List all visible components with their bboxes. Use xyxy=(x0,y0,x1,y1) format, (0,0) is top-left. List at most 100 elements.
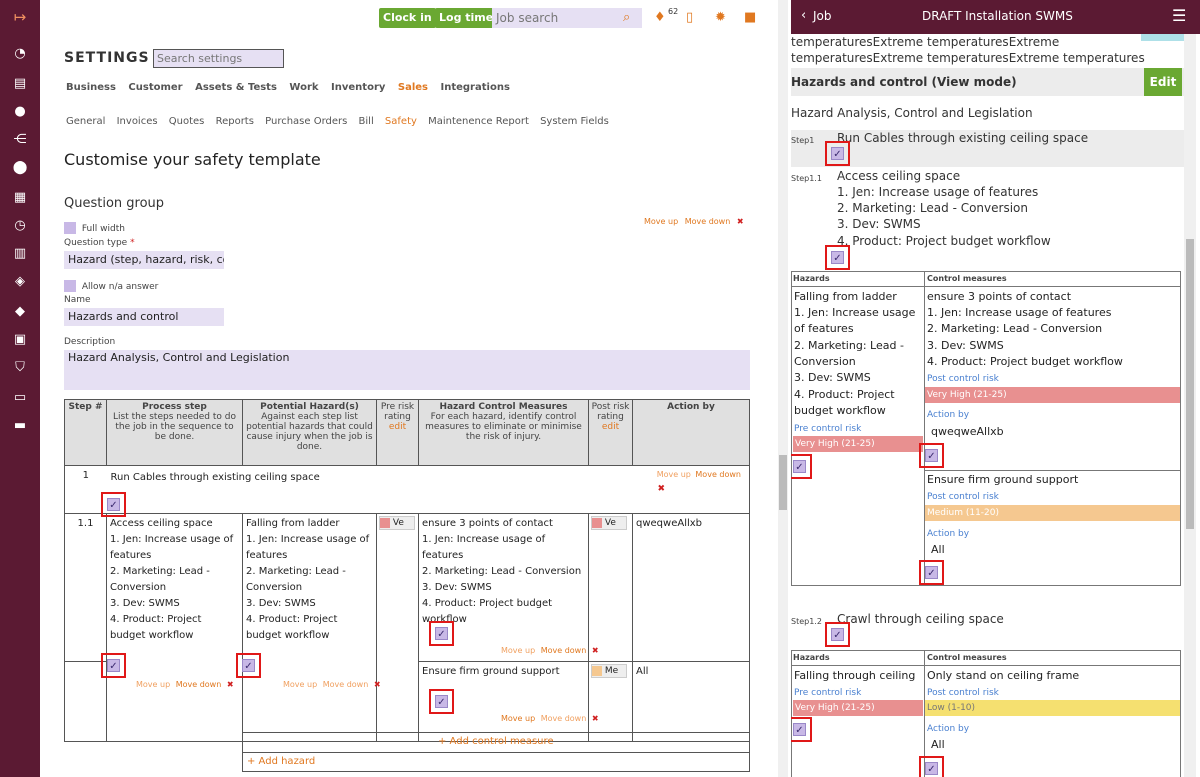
delete-icon[interactable]: ✖ xyxy=(374,680,381,689)
control-checkbox[interactable]: ✓ xyxy=(925,762,938,775)
tab-customer[interactable]: Customer xyxy=(128,82,182,93)
move-down-link[interactable]: Move down xyxy=(176,680,222,689)
move-up-link[interactable]: Move up xyxy=(283,680,317,689)
back-link[interactable]: Job xyxy=(813,9,832,23)
step-checkbox[interactable]: ✓ xyxy=(107,498,120,511)
document-icon[interactable]: ▤ xyxy=(0,76,40,91)
tab-integrations[interactable]: Integrations xyxy=(441,82,510,93)
column-divider xyxy=(924,271,925,586)
location-icon[interactable]: ⬤ xyxy=(0,160,40,175)
dashboard-icon[interactable]: ◔ xyxy=(0,46,40,61)
control-checkbox[interactable]: ✓ xyxy=(925,449,938,462)
bell-icon[interactable]: ♦ xyxy=(654,10,666,25)
subtab-purchase-orders[interactable]: Purchase Orders xyxy=(265,116,347,127)
delete-icon[interactable]: ✖ xyxy=(592,646,599,655)
hamburger-icon[interactable]: ☰ xyxy=(1172,6,1186,25)
clipboard-icon[interactable]: ▥ xyxy=(0,246,40,261)
action-cell: All xyxy=(632,661,750,742)
clock-icon[interactable]: ◷ xyxy=(0,218,40,233)
panel-scrollbar[interactable] xyxy=(1184,34,1196,777)
subtab-maintenence-report[interactable]: Maintenence Report xyxy=(428,116,529,127)
post-risk-select[interactable]: Ve xyxy=(591,516,627,530)
search-icon[interactable]: ⌕ xyxy=(623,10,630,25)
pre-risk-edit-link[interactable]: edit xyxy=(389,422,406,432)
step-checkbox[interactable]: ✓ xyxy=(831,251,844,264)
mobile-icon[interactable]: ▯ xyxy=(686,10,693,25)
control-item: 2. Marketing: Lead - Conversion xyxy=(927,322,1103,335)
hazard-line: of features xyxy=(794,322,854,335)
gear-icon[interactable]: ✹ xyxy=(715,10,726,25)
add-hazard-link[interactable]: + Add hazard xyxy=(247,756,315,767)
scan-icon[interactable]: ▣ xyxy=(0,332,40,347)
hazard-checkbox[interactable]: ✓ xyxy=(242,659,255,672)
step-label: Step1.2 xyxy=(791,617,822,626)
subtab-general[interactable]: General xyxy=(66,116,105,127)
delete-icon[interactable]: ✖ xyxy=(227,680,234,689)
scrollbar-thumb[interactable] xyxy=(779,455,787,510)
book-icon[interactable]: ▭ xyxy=(0,390,40,405)
step-move-down-link[interactable]: Move down xyxy=(695,470,741,479)
workflow-icon[interactable]: ⋲ xyxy=(0,132,40,147)
settings-search-input[interactable]: Search settings xyxy=(153,49,284,68)
subtab-system-fields[interactable]: System Fields xyxy=(540,116,609,127)
hazard-checkbox[interactable]: ✓ xyxy=(793,460,806,473)
box-icon[interactable]: ◈ xyxy=(0,274,40,289)
header-pre-text: Pre risk rating xyxy=(380,402,415,422)
shield-icon[interactable]: ⛉ xyxy=(0,360,40,375)
move-up-link[interactable]: Move up xyxy=(501,646,535,655)
group-move-down-link[interactable]: Move down xyxy=(685,217,731,226)
tab-business[interactable]: Business xyxy=(66,82,116,93)
subtab-quotes[interactable]: Quotes xyxy=(169,116,205,127)
map-icon[interactable]: ▦ xyxy=(0,190,40,205)
clock-in-button[interactable]: Clock in xyxy=(379,8,436,28)
tag-icon[interactable]: ◆ xyxy=(0,304,40,319)
process-item: 4. Product: Project budget workflow xyxy=(110,614,202,641)
add-control-link[interactable]: + Add control measure xyxy=(438,736,554,747)
control-checkbox[interactable]: ✓ xyxy=(435,627,448,640)
step-checkbox[interactable]: ✓ xyxy=(831,147,844,160)
expand-nav-icon[interactable]: ↦ xyxy=(0,8,40,26)
hazard-checkbox[interactable]: ✓ xyxy=(793,723,806,736)
log-time-button[interactable]: Log time xyxy=(435,8,498,28)
chat-bubble-icon[interactable]: ■ xyxy=(744,10,756,25)
post-risk-select[interactable]: Me xyxy=(591,664,627,678)
tab-inventory[interactable]: Inventory xyxy=(331,82,385,93)
back-icon[interactable]: ‹ xyxy=(801,8,806,23)
customer-icon[interactable]: ● xyxy=(0,104,40,119)
group-delete-icon[interactable]: ✖ xyxy=(737,217,744,226)
subtab-safety[interactable]: Safety xyxy=(385,116,417,127)
tab-sales[interactable]: Sales xyxy=(398,82,428,93)
main-scrollbar[interactable] xyxy=(778,0,788,777)
name-field[interactable]: Hazards and control xyxy=(64,308,224,326)
move-down-link[interactable]: Move down xyxy=(323,680,369,689)
control-checkbox[interactable]: ✓ xyxy=(435,695,448,708)
group-move-up-link[interactable]: Move up xyxy=(644,217,678,226)
control-checkbox[interactable]: ✓ xyxy=(925,566,938,579)
step-checkbox[interactable]: ✓ xyxy=(831,628,844,641)
move-down-link[interactable]: Move down xyxy=(541,714,587,723)
chat-icon[interactable]: ▬ xyxy=(0,418,40,433)
subtab-reports[interactable]: Reports xyxy=(216,116,254,127)
move-up-link[interactable]: Move up xyxy=(501,714,535,723)
move-up-link[interactable]: Move up xyxy=(136,680,170,689)
edit-button[interactable]: Edit xyxy=(1144,68,1182,96)
tab-work[interactable]: Work xyxy=(289,82,318,93)
allow-na-checkbox[interactable] xyxy=(64,280,76,292)
section-description: Hazard Analysis, Control and Legislation xyxy=(791,106,1033,120)
section-header: Hazards and control (View mode) xyxy=(791,68,1191,96)
pre-risk-select[interactable]: Ve xyxy=(379,516,415,530)
delete-icon[interactable]: ✖ xyxy=(592,714,599,723)
subtab-bill[interactable]: Bill xyxy=(359,116,374,127)
process-checkbox[interactable]: ✓ xyxy=(107,659,120,672)
tab-assets-tests[interactable]: Assets & Tests xyxy=(195,82,277,93)
description-field[interactable]: Hazard Analysis, Control and Legislation xyxy=(64,350,750,390)
scrollbar-thumb[interactable] xyxy=(1186,239,1194,529)
full-width-checkbox[interactable] xyxy=(64,222,76,234)
step-move-up-link[interactable]: Move up xyxy=(657,470,691,479)
step-delete-icon[interactable]: ✖ xyxy=(657,484,665,494)
question-type-select[interactable]: Hazard (step, hazard, risk, control) xyxy=(64,251,224,269)
subtab-invoices[interactable]: Invoices xyxy=(117,116,158,127)
post-risk-edit-link[interactable]: edit xyxy=(602,422,619,432)
job-search-input[interactable]: Job search xyxy=(492,8,642,28)
move-down-link[interactable]: Move down xyxy=(541,646,587,655)
